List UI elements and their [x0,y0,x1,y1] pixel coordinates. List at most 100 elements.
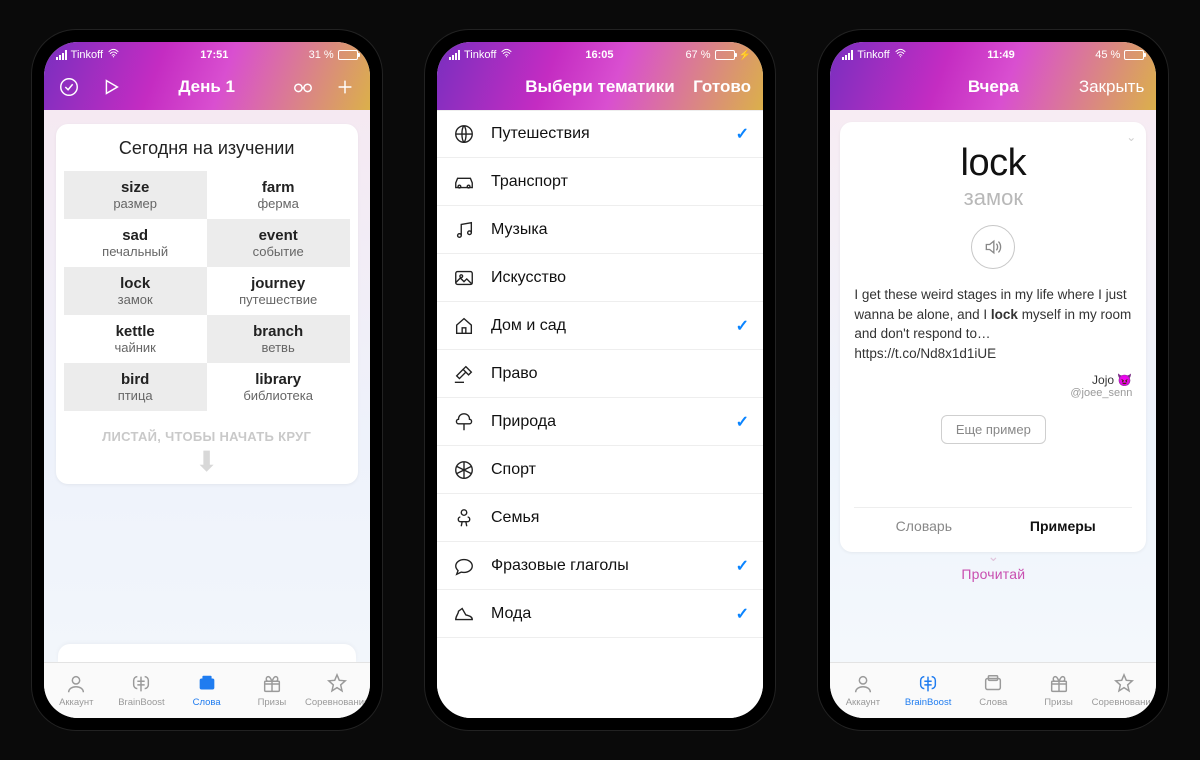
word-cell[interactable]: kettleчайник [64,315,207,363]
word-cell[interactable]: farmферма [207,171,350,219]
card-title: Сегодня на изучении [64,138,350,159]
word-cell[interactable]: birdптица [64,363,207,411]
topic-row[interactable]: Право [437,350,763,398]
tab-dictionary[interactable]: Словарь [854,508,993,544]
signal-icon [56,50,67,60]
globe-icon [449,123,479,145]
tab-competitions[interactable]: Соревнования [1091,663,1156,718]
topic-row[interactable]: Природа ✓ [437,398,763,446]
tab-bar: Аккаунт BrainBoost Слова Призы Соревнова… [44,662,370,718]
word-cell[interactable]: branchветвь [207,315,350,363]
battery-icon [338,50,358,60]
word-cell[interactable]: eventсобытие [207,219,350,267]
battery-icon [1124,50,1144,60]
word-cell[interactable]: sadпечальный [64,219,207,267]
word-en: lock [70,275,201,292]
topic-row[interactable]: Дом и сад ✓ [437,302,763,350]
image-icon [449,267,479,289]
topic-row[interactable]: Спорт [437,446,763,494]
example-handle: @joee_senn [854,387,1132,399]
battery-icon [715,50,735,60]
topic-row[interactable]: Транспорт [437,158,763,206]
status-time: 11:49 [987,49,1015,61]
tab-words-label: Слова [979,697,1007,708]
word-en: size [70,179,201,196]
topic-label: Природа [491,413,556,431]
header-gradient: Tinkoff 11:49 45 % Вчера Закрыть [830,42,1156,110]
nav-bar: Вчера Закрыть [830,64,1156,110]
tab-brainboost[interactable]: BrainBoost [109,663,174,718]
word-ru: ферма [213,196,344,211]
topic-list[interactable]: Путешествия ✓ Транспорт Музыка Искусство… [437,110,763,718]
tab-competitions[interactable]: Соревнования [304,663,369,718]
screen1-body: Сегодня на изучении sizeразмерfarmфермаs… [44,110,370,662]
topic-row[interactable]: Музыка [437,206,763,254]
tab-brainboost-label: BrainBoost [118,697,164,708]
done-button[interactable]: Готово [693,77,751,97]
topic-label: Путешествия [491,125,590,143]
translation-label: замок [854,185,1132,211]
tab-account[interactable]: Аккаунт [830,663,895,718]
word-en: kettle [70,323,201,340]
tab-prizes[interactable]: Призы [1026,663,1091,718]
study-card: Сегодня на изучении sizeразмерfarmфермаs… [56,124,358,484]
word-grid: sizeразмерfarmфермаsadпечальныйeventсобы… [64,171,350,411]
screen-1: Tinkoff 17:51 31 % День 1 [44,42,370,718]
plus-icon[interactable] [332,74,358,100]
music-icon [449,219,479,241]
battery-text: 67 % [685,49,710,61]
close-button[interactable]: Закрыть [1079,77,1144,97]
word-ru: чайник [70,340,201,355]
wordcard-tabs: Словарь Примеры [854,507,1132,544]
tab-examples[interactable]: Примеры [993,508,1132,544]
tab-account-label: Аккаунт [846,697,880,708]
more-example-button[interactable]: Еще пример [941,415,1046,444]
status-bar: Tinkoff 16:05 67 % ⚡ [437,42,763,64]
word-cell[interactable]: journeyпутешествие [207,267,350,315]
wifi-icon [500,48,513,62]
tab-competitions-label: Соревнования [305,697,369,708]
tab-prizes[interactable]: Призы [239,663,304,718]
signal-icon [449,50,460,60]
topic-label: Искусство [491,269,566,287]
carrier-label: Tinkoff [71,49,103,61]
topic-row[interactable]: Фразовые глаголы ✓ [437,542,763,590]
glasses-icon[interactable] [290,74,316,100]
screen-3: Tinkoff 11:49 45 % Вчера Закрыть [830,42,1156,718]
tab-words[interactable]: Слова [961,663,1026,718]
example-bold: lock [991,307,1018,322]
topic-label: Спорт [491,461,536,479]
check-icon: ✓ [736,604,749,624]
speaker-button[interactable] [971,225,1015,269]
status-bar: Tinkoff 17:51 31 % [44,42,370,64]
play-icon[interactable] [98,74,124,100]
topic-row[interactable]: Искусство [437,254,763,302]
topic-row[interactable]: Мода ✓ [437,590,763,638]
baby-icon [449,507,479,529]
check-icon: ✓ [736,412,749,432]
word-ru: событие [213,244,344,259]
arrow-down-icon: ⬇ [64,448,350,476]
chevron-down-icon[interactable]: ⌄ [1126,130,1136,144]
read-hint: Прочитай [840,566,1146,582]
word-cell[interactable]: lockзамок [64,267,207,315]
phone-mockup-1: Tinkoff 17:51 31 % День 1 [32,30,382,730]
gavel-icon [449,363,479,385]
word-en: library [213,371,344,388]
wifi-icon [107,48,120,62]
carrier-label: Tinkoff [464,49,496,61]
check-circle-icon[interactable] [56,74,82,100]
topic-row[interactable]: Путешествия ✓ [437,110,763,158]
topic-row[interactable]: Семья [437,494,763,542]
check-icon: ✓ [736,316,749,336]
word-en: event [213,227,344,244]
tab-account[interactable]: Аккаунт [44,663,109,718]
tab-brainboost[interactable]: BrainBoost [896,663,961,718]
word-cell[interactable]: libraryбиблиотека [207,363,350,411]
chat-icon [449,555,479,577]
word-cell[interactable]: sizeразмер [64,171,207,219]
word-ru: путешествие [213,292,344,307]
next-card-peek[interactable] [58,644,356,662]
tab-brainboost-label: BrainBoost [905,697,951,708]
tab-words[interactable]: Слова [174,663,239,718]
